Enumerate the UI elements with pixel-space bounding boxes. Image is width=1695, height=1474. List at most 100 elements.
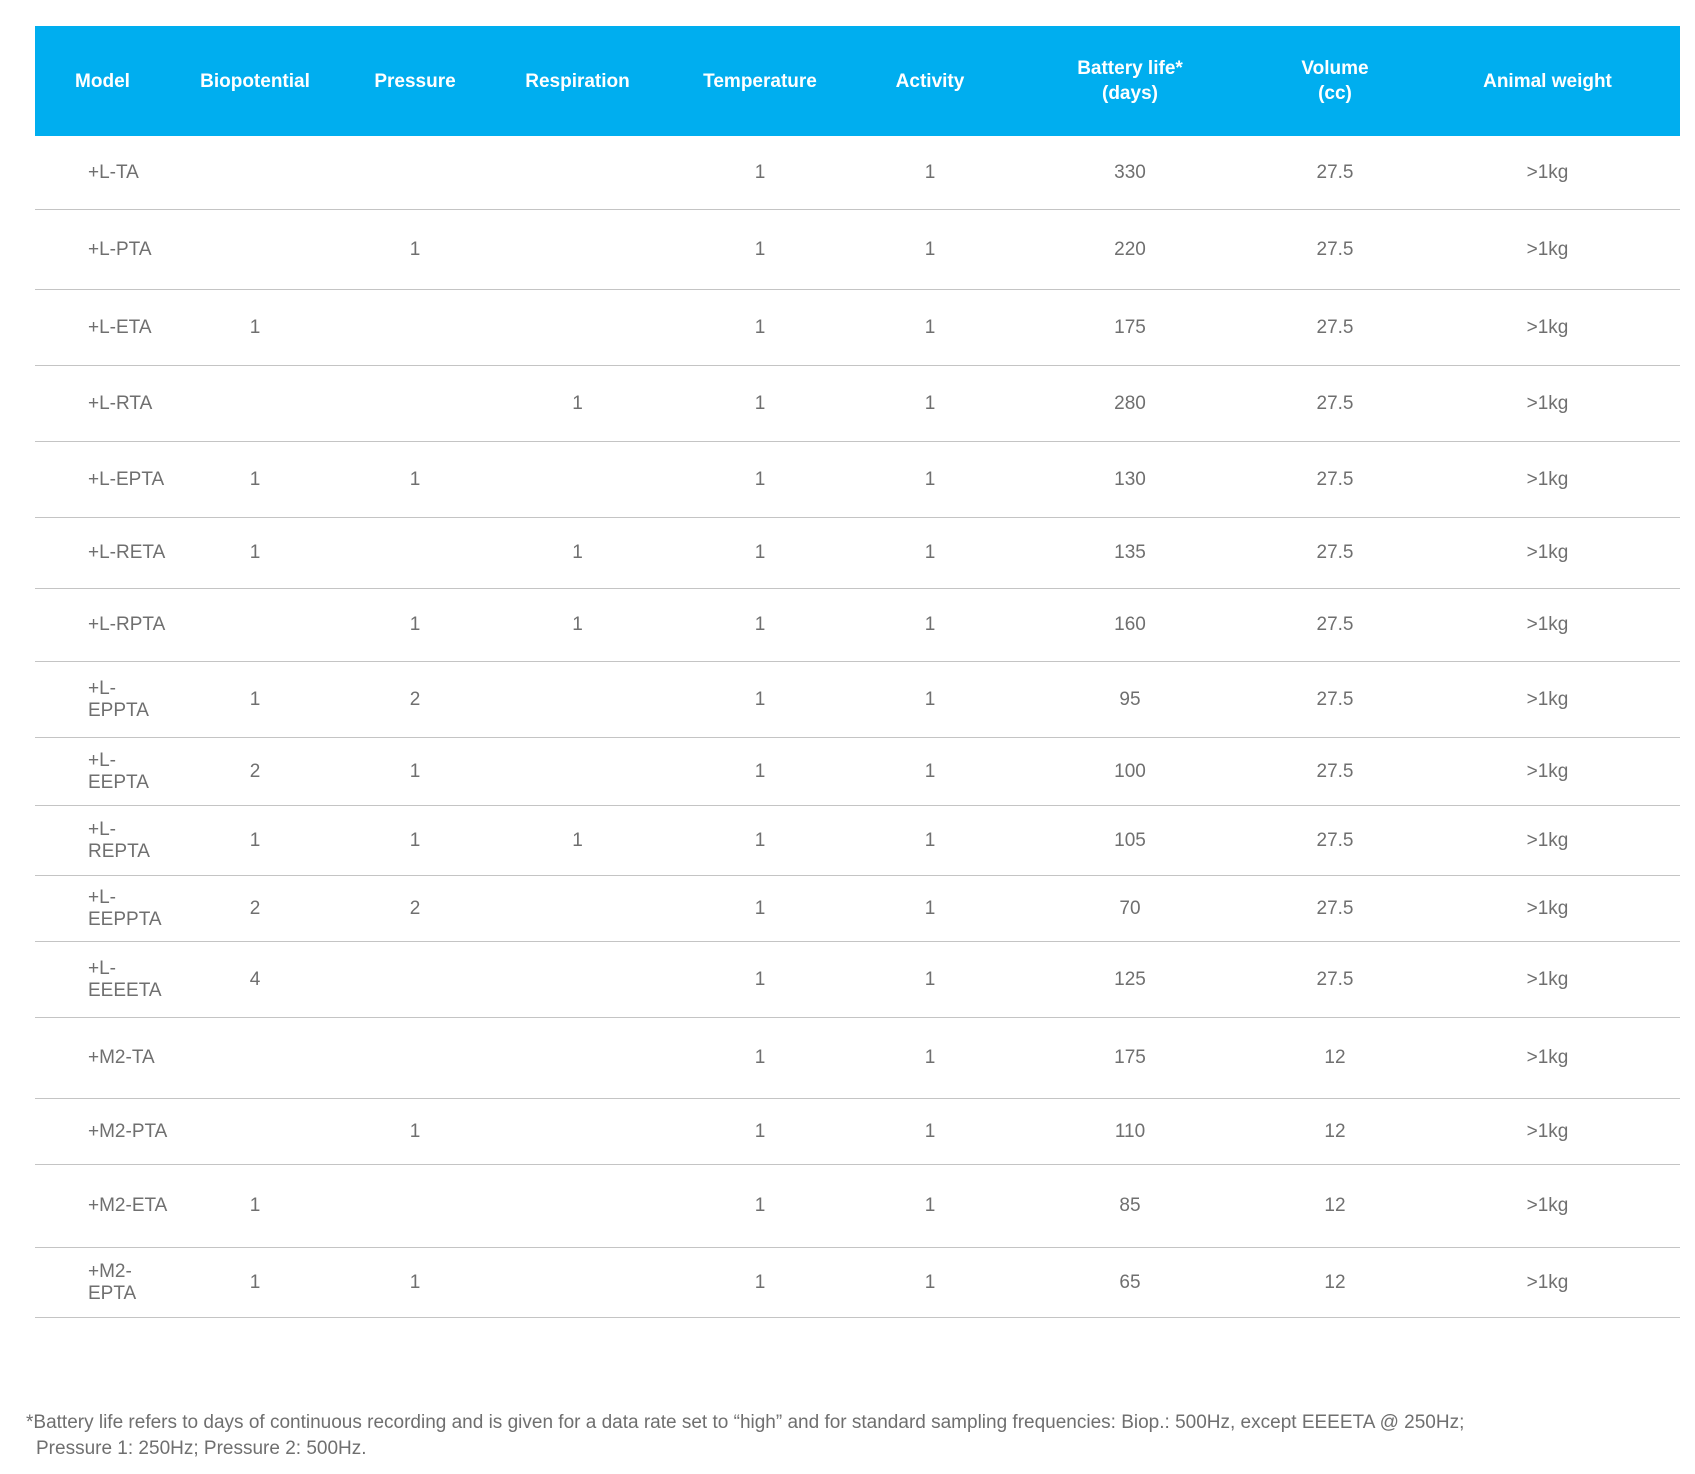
- cell-temperature: 1: [754, 392, 766, 414]
- header-volume: Volume (cc): [1301, 58, 1369, 104]
- cell-pressure: [340, 136, 490, 209]
- cell-pressure: 1: [409, 468, 421, 490]
- cell-battery-life: 175: [1114, 1047, 1146, 1068]
- table-row: +L-RETA 1 1 1 1 135 27.5 >1kg: [35, 518, 1680, 589]
- cell-volume: 27.5: [1316, 688, 1354, 710]
- cell-model: +L-EEEETA: [88, 957, 162, 1001]
- cell-battery-life: 95: [1119, 688, 1141, 710]
- cell-volume: 27.5: [1316, 316, 1354, 338]
- cell-temperature: 1: [754, 1271, 766, 1293]
- cell-biopotential: 1: [249, 829, 261, 851]
- cell-biopotential: [170, 1099, 340, 1164]
- cell-pressure: 1: [409, 614, 421, 635]
- header-pressure: Pressure: [374, 70, 456, 92]
- cell-temperature: 1: [754, 161, 766, 183]
- cell-respiration: 1: [572, 542, 583, 563]
- table-row: +L-RPTA 1 1 1 1 160 27.5 >1kg: [35, 589, 1680, 662]
- cell-model: +L-RETA: [88, 542, 166, 563]
- cell-biopotential: [170, 136, 340, 209]
- table-row: +M2-ETA 1 1 1 85 12 >1kg: [35, 1165, 1680, 1248]
- cell-animal-weight: >1kg: [1526, 829, 1569, 851]
- cell-pressure: [340, 1165, 490, 1247]
- cell-biopotential: 1: [249, 688, 261, 710]
- cell-animal-weight: >1kg: [1526, 542, 1569, 563]
- cell-model: +M2-TA: [88, 1047, 155, 1068]
- cell-biopotential: [170, 366, 340, 441]
- cell-temperature: 1: [754, 542, 766, 563]
- cell-model: +L-RTA: [88, 392, 153, 414]
- cell-model: +L-EPPTA: [88, 677, 149, 721]
- cell-temperature: 1: [754, 760, 766, 782]
- header-animal-weight: Animal weight: [1483, 70, 1612, 92]
- cell-temperature: 1: [754, 1047, 766, 1068]
- table-row: +L-RTA 1 1 1 280 27.5 >1kg: [35, 366, 1680, 442]
- cell-animal-weight: >1kg: [1526, 316, 1569, 338]
- cell-temperature: 1: [754, 968, 766, 990]
- cell-battery-life: 220: [1114, 238, 1146, 260]
- cell-temperature: 1: [754, 829, 766, 851]
- cell-animal-weight: >1kg: [1526, 897, 1569, 919]
- cell-pressure: [340, 518, 490, 588]
- cell-volume: 27.5: [1316, 968, 1354, 990]
- cell-animal-weight: >1kg: [1526, 468, 1569, 490]
- cell-temperature: 1: [754, 316, 766, 338]
- table-row: +M2-PTA 1 1 1 110 12 >1kg: [35, 1099, 1680, 1165]
- cell-pressure: 1: [409, 1120, 421, 1142]
- table-row: +M2-EPTA 1 1 1 1 65 12 >1kg: [35, 1248, 1680, 1318]
- cell-pressure: [340, 290, 490, 365]
- cell-activity: 1: [924, 760, 936, 782]
- cell-biopotential: 1: [249, 316, 261, 338]
- cell-pressure: 1: [409, 1271, 421, 1293]
- cell-activity: 1: [924, 238, 936, 260]
- cell-volume: 27.5: [1316, 614, 1354, 635]
- cell-battery-life: 110: [1114, 1120, 1146, 1142]
- cell-volume: 27.5: [1316, 829, 1354, 851]
- cell-activity: 1: [924, 161, 936, 183]
- cell-model: +L-ETA: [88, 316, 152, 338]
- cell-volume: 12: [1324, 1195, 1346, 1216]
- cell-model: +L-EPTA: [88, 468, 165, 490]
- cell-temperature: 1: [754, 468, 766, 490]
- cell-battery-life: 125: [1114, 968, 1146, 990]
- cell-temperature: 1: [754, 1120, 766, 1142]
- table-row: +L-PTA 1 1 1 220 27.5 >1kg: [35, 210, 1680, 290]
- cell-activity: 1: [924, 897, 936, 919]
- header-temperature: Temperature: [703, 70, 817, 92]
- cell-respiration: [490, 738, 665, 805]
- cell-animal-weight: >1kg: [1526, 688, 1569, 710]
- header-battery-life: Battery life* (days): [1077, 58, 1183, 104]
- cell-temperature: 1: [754, 688, 766, 710]
- cell-battery-life: 135: [1114, 542, 1146, 563]
- cell-biopotential: 2: [249, 897, 261, 919]
- cell-animal-weight: >1kg: [1526, 1271, 1569, 1293]
- cell-respiration: [490, 136, 665, 209]
- table-header: Model Biopotential Pressure Respiration Temp…: [35, 26, 1680, 136]
- cell-animal-weight: >1kg: [1526, 614, 1569, 635]
- cell-battery-life: 85: [1119, 1195, 1141, 1216]
- cell-pressure: [340, 1018, 490, 1098]
- cell-respiration: [490, 662, 665, 737]
- cell-volume: 12: [1324, 1047, 1346, 1068]
- cell-volume: 27.5: [1316, 392, 1354, 414]
- cell-biopotential: 2: [249, 760, 261, 782]
- cell-activity: 1: [924, 968, 936, 990]
- cell-temperature: 1: [754, 1195, 766, 1216]
- cell-activity: 1: [924, 1120, 936, 1142]
- cell-biopotential: 1: [249, 1271, 261, 1293]
- header-model: Model: [75, 70, 130, 92]
- cell-biopotential: 1: [249, 1195, 261, 1216]
- cell-biopotential: 1: [249, 468, 261, 490]
- cell-animal-weight: >1kg: [1526, 1047, 1569, 1068]
- cell-respiration: [490, 1018, 665, 1098]
- cell-respiration: [490, 1248, 665, 1317]
- cell-activity: 1: [924, 614, 936, 635]
- table-row: +L-EEPPTA 2 2 1 1 70 27.5 >1kg: [35, 876, 1680, 942]
- table-body: +L-TA 1 1 330 27.5 >1kg +L-PTA 1 1 1 220 27.5 >1kg +L…: [35, 136, 1680, 1318]
- cell-activity: 1: [924, 1047, 936, 1068]
- cell-model: +L-PTA: [88, 238, 152, 260]
- cell-animal-weight: >1kg: [1526, 760, 1569, 782]
- cell-activity: 1: [924, 316, 936, 338]
- cell-battery-life: 175: [1114, 316, 1146, 338]
- cell-pressure: [340, 942, 490, 1017]
- cell-temperature: 1: [754, 614, 766, 635]
